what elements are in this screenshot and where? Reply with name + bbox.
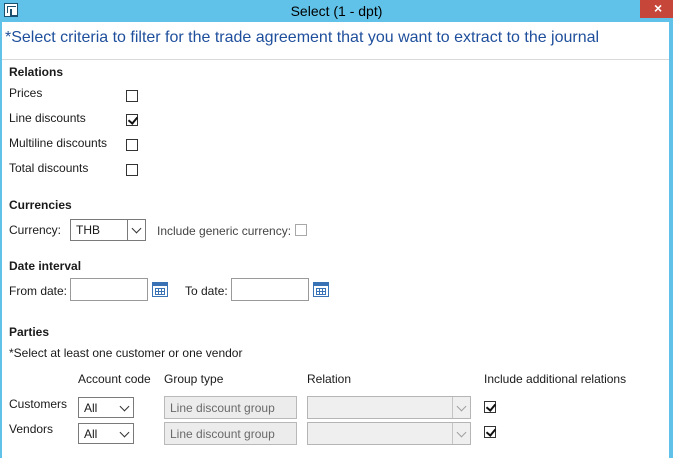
chevron-down-icon [119,427,130,438]
title-bar: Select (1 - dpt) × [0,0,673,22]
parties-heading: Parties [9,325,50,339]
customers-include-additional-checkbox[interactable] [484,401,496,413]
customers-group-type-value: Line discount group [170,401,275,415]
account-code-header: Account code [78,372,151,386]
line-discounts-label: Line discounts [9,111,86,125]
relations-heading: Relations [9,65,64,79]
to-date-label: To date: [185,284,228,298]
customers-group-type-field: Line discount group [164,396,297,419]
total-discounts-label: Total discounts [9,161,89,175]
select-separator [452,397,453,418]
total-discounts-checkbox[interactable] [126,164,138,176]
line-discounts-checkbox[interactable] [126,114,138,126]
currency-select[interactable]: THB [70,219,146,241]
vendors-account-code-value: All [84,427,98,441]
generic-currency-label: Include generic currency: [157,224,292,238]
select-separator [127,220,128,240]
vendors-group-type-field: Line discount group [164,422,297,445]
vendors-label: Vendors [9,422,54,436]
prices-checkbox[interactable] [126,90,138,102]
close-icon: × [654,0,663,16]
currency-value: THB [76,223,100,237]
vendors-account-code-select[interactable]: All [78,423,134,444]
calendar-icon[interactable] [313,282,329,297]
generic-currency-checkbox[interactable] [295,224,307,236]
chevron-down-icon [131,223,142,234]
currencies-heading: Currencies [9,198,72,212]
window-title: Select (1 - dpt) [290,3,383,19]
from-date-input[interactable] [70,278,148,301]
vendors-group-type-value: Line discount group [170,427,275,441]
window-border-left [0,22,2,458]
multiline-discounts-label: Multiline discounts [9,136,108,150]
to-date-input[interactable] [231,278,309,301]
chevron-down-icon [456,401,467,412]
chevron-down-icon [456,427,467,438]
include-additional-header: Include additional relations [484,372,627,386]
customers-account-code-select[interactable]: All [78,397,134,418]
select-separator [452,423,453,444]
close-button[interactable]: × [640,0,673,18]
customers-relation-select[interactable] [307,396,471,419]
calendar-icon[interactable] [152,282,168,297]
instruction-divider [2,59,669,60]
instruction-text: *Select criteria to filter for the trade… [5,29,600,46]
customers-label: Customers [9,397,68,411]
currency-label: Currency: [9,223,62,237]
date-interval-heading: Date interval [9,259,82,273]
customers-account-code-value: All [84,401,98,415]
vendors-relation-select[interactable] [307,422,471,445]
relation-header: Relation [307,372,352,386]
window-border-right [669,22,673,458]
multiline-discounts-checkbox[interactable] [126,139,138,151]
chevron-down-icon [119,401,130,412]
vendors-include-additional-checkbox[interactable] [484,426,496,438]
from-date-label: From date: [9,284,68,298]
prices-label: Prices [9,86,43,100]
parties-note: *Select at least one customer or one ven… [9,346,243,360]
group-type-header: Group type [164,372,224,386]
